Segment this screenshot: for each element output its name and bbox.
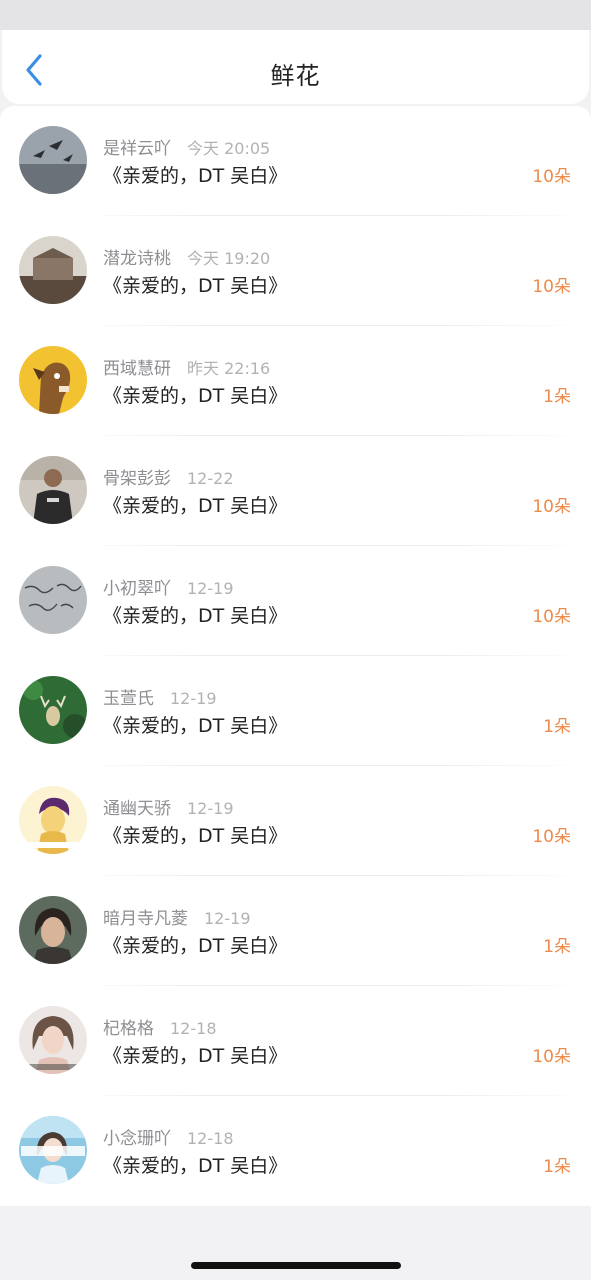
avatar[interactable] [19,1116,87,1184]
list-item[interactable]: 是祥云吖 今天 20:05 《亲爱的，DT 吴白》 10朵 [0,106,591,216]
flower-count: 1朵 [543,717,571,737]
flower-count: 10朵 [532,167,571,187]
work-title[interactable]: 《亲爱的，DT 吴白》 [103,711,287,738]
timestamp: 12-18 [187,1129,234,1148]
flower-count: 10朵 [532,497,571,517]
list-item[interactable]: 潜龙诗桃 今天 19:20 《亲爱的，DT 吴白》 10朵 [0,216,591,326]
avatar[interactable] [19,896,87,964]
avatar[interactable] [19,566,87,634]
avatar[interactable] [19,236,87,304]
list-item[interactable]: 小初翠吖 12-19 《亲爱的，DT 吴白》 10朵 [0,546,591,656]
flower-count: 10朵 [532,607,571,627]
timestamp: 12-19 [204,909,251,928]
timestamp: 昨天 22:16 [187,359,271,378]
avatar[interactable] [19,1006,87,1074]
user-name[interactable]: 玉萱氏 [103,689,154,709]
user-name[interactable]: 西域慧研 [103,359,171,379]
work-title[interactable]: 《亲爱的，DT 吴白》 [103,161,287,188]
list-item[interactable]: 玉萱氏 12-19 《亲爱的，DT 吴白》 1朵 [0,656,591,766]
user-name[interactable]: 小念珊吖 [103,1129,171,1149]
user-name[interactable]: 骨架彭彭 [103,469,171,489]
home-indicator[interactable] [191,1262,401,1269]
work-title[interactable]: 《亲爱的，DT 吴白》 [103,381,287,408]
status-bar [0,0,591,30]
timestamp: 12-18 [170,1019,217,1038]
user-name[interactable]: 小初翠吖 [103,579,171,599]
user-name[interactable]: 暗月寺凡菱 [103,909,188,929]
flower-count: 1朵 [543,1157,571,1177]
list-item[interactable]: 杞格格 12-18 《亲爱的，DT 吴白》 10朵 [0,986,591,1096]
timestamp: 12-19 [187,579,234,598]
flower-count: 1朵 [543,387,571,407]
work-title[interactable]: 《亲爱的，DT 吴白》 [103,931,287,958]
avatar[interactable] [19,676,87,744]
flower-list: 是祥云吖 今天 20:05 《亲爱的，DT 吴白》 10朵 潜龙诗桃 今天 19:2… [0,106,591,1206]
list-item[interactable]: 暗月寺凡菱 12-19 《亲爱的，DT 吴白》 1朵 [0,876,591,986]
nav-header: 鲜花 [2,30,589,104]
timestamp: 12-19 [187,799,234,818]
avatar[interactable] [19,346,87,414]
user-name[interactable]: 通幽天骄 [103,799,171,819]
avatar[interactable] [19,456,87,524]
work-title[interactable]: 《亲爱的，DT 吴白》 [103,821,287,848]
timestamp: 今天 20:05 [187,139,271,158]
user-name[interactable]: 杞格格 [103,1019,154,1039]
user-name[interactable]: 潜龙诗桃 [103,249,171,269]
flower-count: 10朵 [532,1047,571,1067]
avatar[interactable] [19,786,87,854]
page-title: 鲜花 [270,62,321,90]
work-title[interactable]: 《亲爱的，DT 吴白》 [103,601,287,628]
list-item[interactable]: 小念珊吖 12-18 《亲爱的，DT 吴白》 1朵 [0,1096,591,1206]
avatar[interactable] [19,126,87,194]
user-name[interactable]: 是祥云吖 [103,139,171,159]
timestamp: 12-22 [187,469,234,488]
timestamp: 12-19 [170,689,217,708]
work-title[interactable]: 《亲爱的，DT 吴白》 [103,491,287,518]
list-item[interactable]: 骨架彭彭 12-22 《亲爱的，DT 吴白》 10朵 [0,436,591,546]
work-title[interactable]: 《亲爱的，DT 吴白》 [103,1151,287,1178]
flower-count: 10朵 [532,827,571,847]
list-item[interactable]: 通幽天骄 12-19 《亲爱的，DT 吴白》 10朵 [0,766,591,876]
work-title[interactable]: 《亲爱的，DT 吴白》 [103,271,287,298]
timestamp: 今天 19:20 [187,249,271,268]
flower-count: 1朵 [543,937,571,957]
work-title[interactable]: 《亲爱的，DT 吴白》 [103,1041,287,1068]
list-item[interactable]: 西域慧研 昨天 22:16 《亲爱的，DT 吴白》 1朵 [0,326,591,436]
footer [0,1206,591,1280]
flower-count: 10朵 [532,277,571,297]
